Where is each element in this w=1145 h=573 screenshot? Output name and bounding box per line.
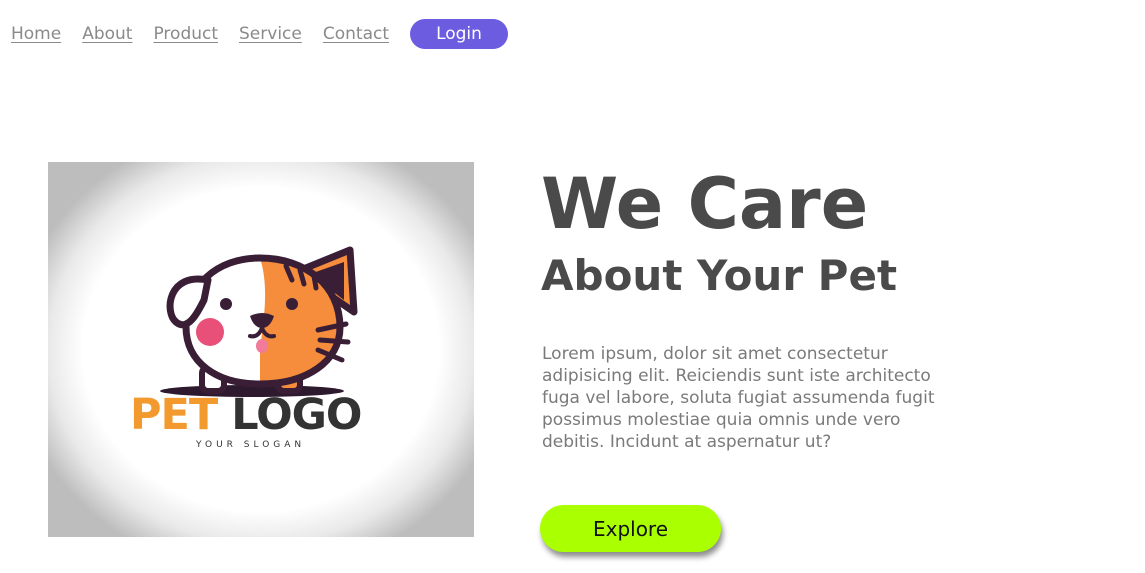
nav-link-service[interactable]: Service	[239, 24, 302, 44]
nav-link-product[interactable]: Product	[153, 24, 218, 44]
hero-subheadline: About Your Pet	[541, 251, 898, 300]
top-nav: Home About Product Service Contact Login	[11, 19, 508, 49]
logo-wordmark: PET LOGO	[130, 390, 363, 440]
explore-button[interactable]: Explore	[540, 505, 721, 552]
logo-word-logo: LOGO	[231, 390, 362, 440]
logo-word-pet: PET	[130, 390, 218, 440]
pet-logo-image: PET LOGO YOUR SLOGAN	[48, 162, 474, 537]
nav-link-about[interactable]: About	[82, 24, 132, 44]
login-button[interactable]: Login	[410, 19, 508, 49]
dog-cat-face-icon	[160, 246, 358, 397]
nav-link-home[interactable]: Home	[11, 24, 61, 44]
hero-description: Lorem ipsum, dolor sit amet consectetur …	[542, 344, 935, 452]
nav-link-contact[interactable]: Contact	[323, 24, 389, 44]
hero-headline: We Care	[541, 163, 869, 245]
logo-slogan: YOUR SLOGAN	[196, 440, 306, 450]
